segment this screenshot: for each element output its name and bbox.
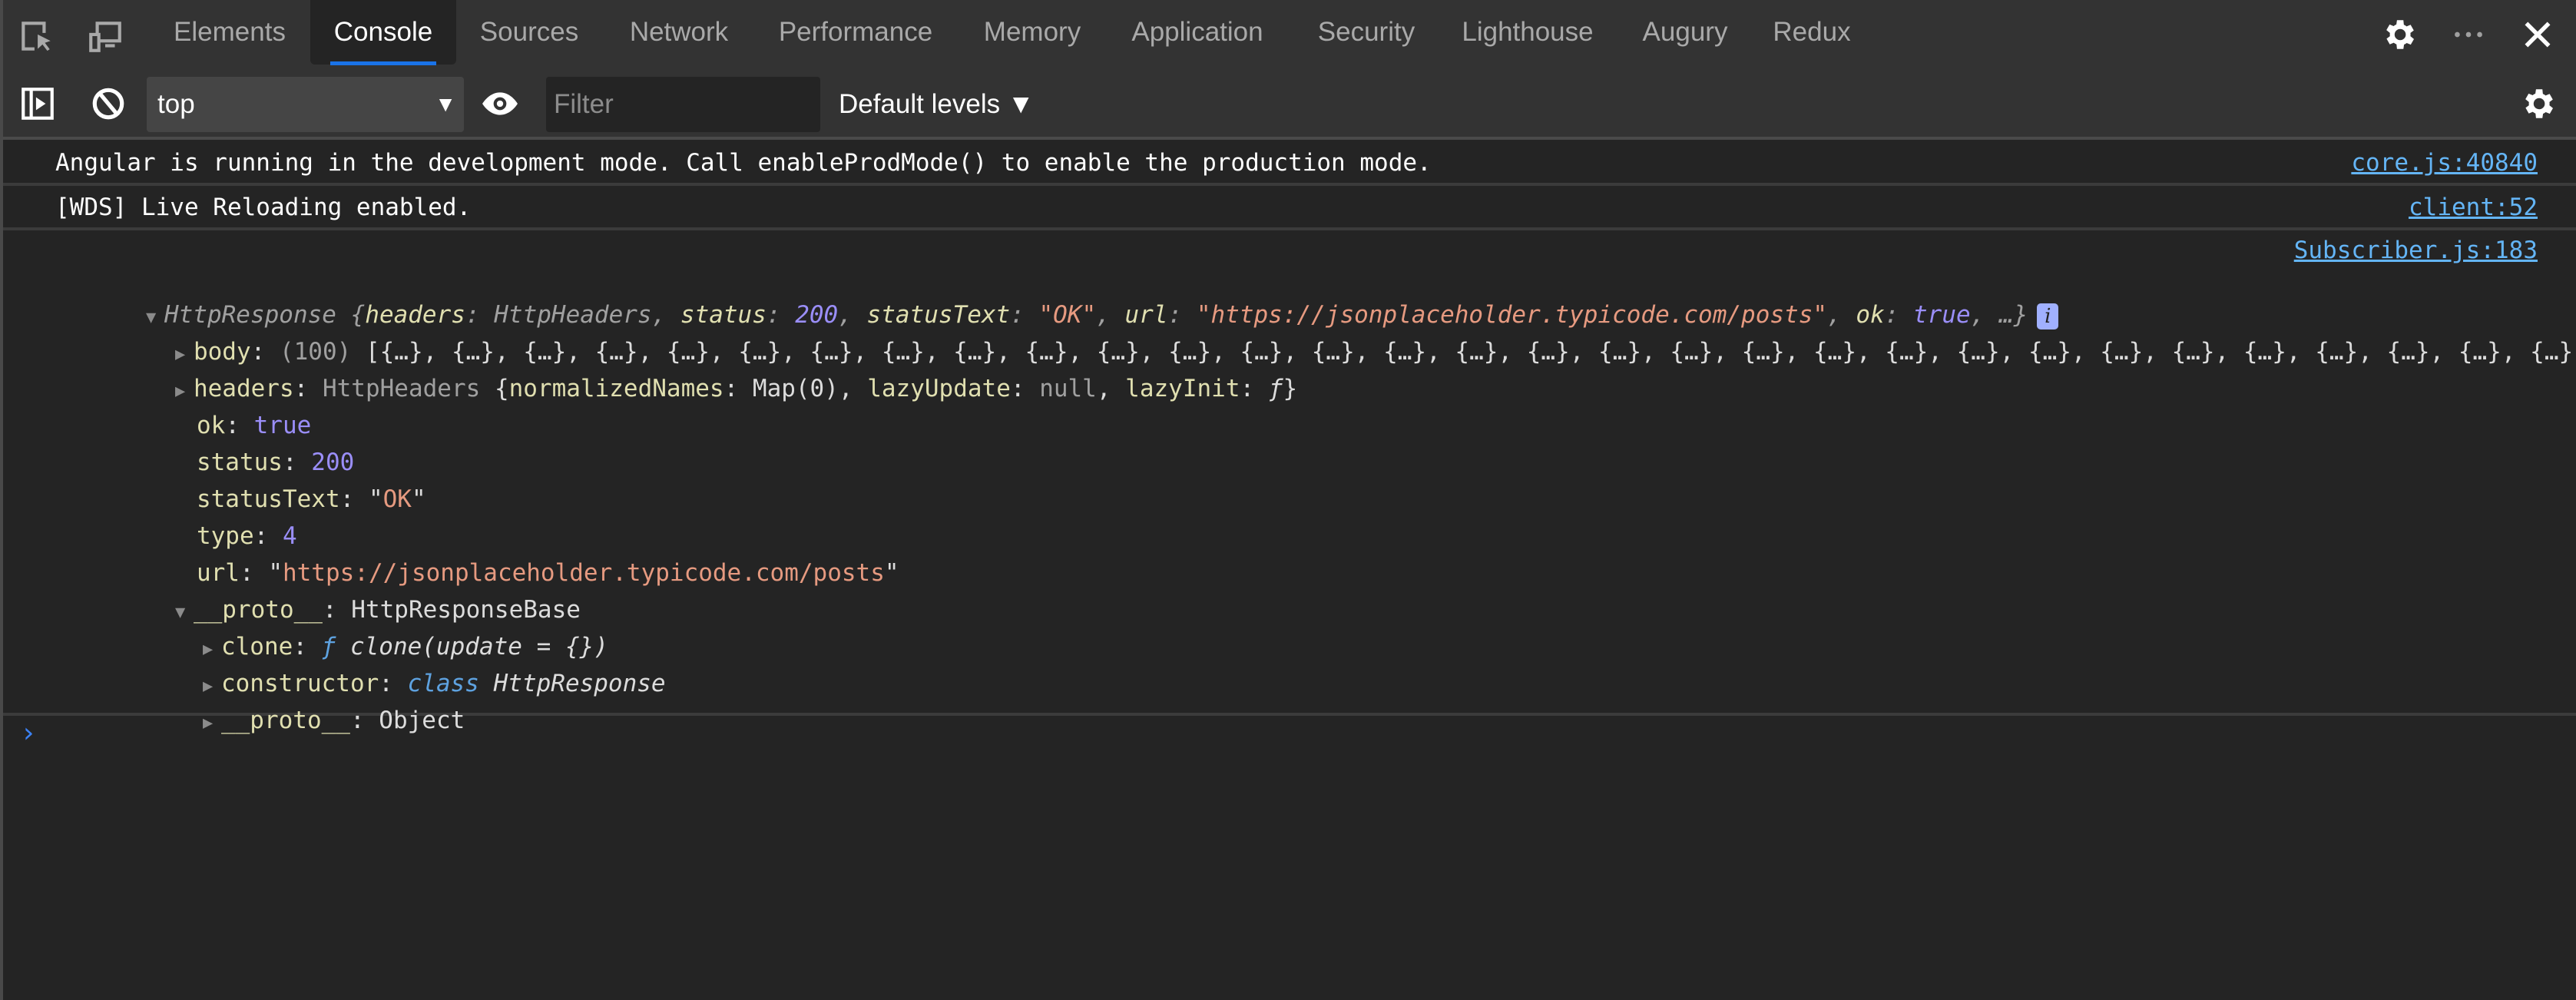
console-settings-gear-icon[interactable] bbox=[2518, 84, 2557, 123]
console-message: [WDS] Live Reloading enabled. client:52 bbox=[3, 186, 2576, 230]
tab-sources[interactable]: Sources bbox=[464, 0, 594, 65]
settings-gear-icon[interactable] bbox=[2379, 15, 2418, 54]
show-sidebar-icon[interactable] bbox=[18, 84, 57, 123]
tab-memory[interactable]: Memory bbox=[963, 0, 1101, 65]
filter-input[interactable] bbox=[546, 77, 820, 132]
context-value: top bbox=[157, 89, 195, 119]
dropdown-arrow-icon: ▼ bbox=[435, 92, 456, 116]
proto-object-row[interactable]: ▶ __proto__: Object bbox=[117, 679, 465, 762]
tab-network[interactable]: Network bbox=[610, 0, 748, 65]
console-prompt-chevron-icon[interactable]: › bbox=[23, 717, 34, 749]
console-object-log: Subscriber.js:183 ▼ HttpResponse {headers… bbox=[3, 230, 2576, 734]
source-link[interactable]: Subscriber.js:183 bbox=[2294, 237, 2538, 264]
devtools-tab-bar: Elements Console Sources Network Perform… bbox=[0, 0, 2576, 69]
inspect-element-icon[interactable] bbox=[17, 17, 55, 55]
tab-lighthouse[interactable]: Lighthouse bbox=[1451, 0, 1604, 65]
tab-console[interactable]: Console bbox=[310, 0, 456, 65]
more-options-icon[interactable] bbox=[2449, 15, 2488, 54]
collapsed-triangle-icon[interactable]: ▶ bbox=[203, 714, 221, 733]
log-levels-dropdown[interactable]: Default levels ▼ bbox=[839, 77, 1034, 132]
message-text: Angular is running in the development mo… bbox=[55, 149, 1432, 177]
clear-console-icon[interactable] bbox=[89, 84, 127, 123]
close-devtools-icon[interactable] bbox=[2518, 15, 2557, 54]
source-link[interactable]: core.js:40840 bbox=[2351, 149, 2538, 177]
tab-application[interactable]: Application bbox=[1117, 0, 1278, 65]
console-message: Angular is running in the development mo… bbox=[3, 140, 2576, 186]
tab-redux[interactable]: Redux bbox=[1762, 0, 1862, 65]
tab-performance[interactable]: Performance bbox=[763, 0, 948, 65]
source-link[interactable]: client:52 bbox=[2409, 194, 2538, 221]
console-toolbar: top ▼ Default levels ▼ bbox=[0, 69, 2576, 140]
live-expression-eye-icon[interactable] bbox=[481, 84, 519, 123]
tab-augury[interactable]: Augury bbox=[1627, 0, 1743, 65]
tab-elements[interactable]: Elements bbox=[157, 0, 303, 65]
console-output: Angular is running in the development mo… bbox=[0, 140, 2576, 1000]
context-selector[interactable]: top ▼ bbox=[147, 77, 464, 132]
tab-security[interactable]: Security bbox=[1301, 0, 1432, 65]
message-text: [WDS] Live Reloading enabled. bbox=[55, 194, 472, 221]
device-toolbar-icon[interactable] bbox=[86, 17, 124, 55]
